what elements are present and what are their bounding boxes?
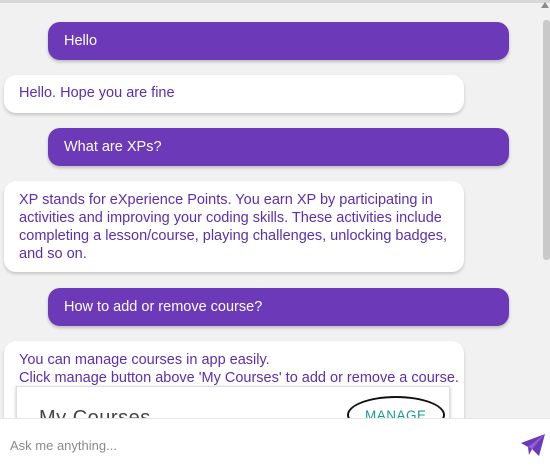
my-courses-screenshot: My Courses MANAGE [16, 386, 450, 418]
bot-message-line: You can manage courses in app easily. [19, 352, 270, 368]
manage-label: MANAGE [365, 408, 427, 418]
my-courses-title: My Courses [39, 407, 151, 418]
bot-message-text: XP stands for eXperience Points. You ear… [19, 192, 448, 262]
chat-window: Hello Hello. Hope you are fine What are … [0, 0, 550, 470]
scrollbar-thumb[interactable] [543, 20, 550, 260]
manage-button-circled: MANAGE [347, 396, 445, 418]
user-message: How to add or remove course? [48, 288, 509, 326]
bot-message-text: Hello. Hope you are fine [19, 85, 175, 101]
send-button[interactable] [520, 433, 546, 457]
chevron-up-icon[interactable] [541, 2, 549, 8]
bot-message-line: Click manage button above 'My Courses' t… [19, 370, 459, 386]
user-message-text: Hello [64, 33, 98, 49]
user-message-text: How to add or remove course? [64, 299, 263, 315]
send-icon [521, 434, 545, 456]
user-message: What are XPs? [48, 128, 509, 166]
bot-message: Hello. Hope you are fine [4, 75, 464, 113]
message-input[interactable] [0, 419, 500, 470]
bot-message: XP stands for eXperience Points. You ear… [4, 181, 464, 272]
user-message-text: What are XPs? [64, 139, 162, 155]
message-list[interactable]: Hello Hello. Hope you are fine What are … [0, 0, 550, 418]
message-composer [0, 418, 550, 470]
user-message: Hello [48, 22, 509, 60]
